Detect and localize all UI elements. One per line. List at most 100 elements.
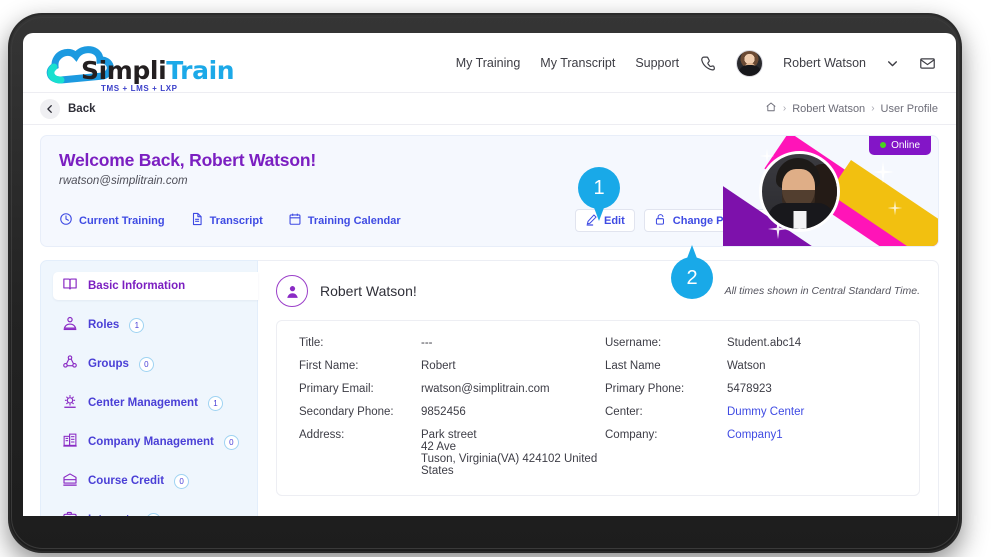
- sidebar-item-groups[interactable]: Groups 0: [53, 350, 257, 378]
- address-line-1: Park street: [421, 429, 477, 441]
- quick-link-transcript[interactable]: Transcript: [190, 212, 263, 229]
- sidebar-item-course-credit[interactable]: Course Credit 0: [53, 467, 257, 495]
- user-circle-icon: [276, 275, 308, 307]
- edit-button-label: Edit: [604, 214, 625, 227]
- document-icon: [190, 212, 204, 229]
- nav-my-transcript[interactable]: My Transcript: [540, 56, 615, 70]
- field-value: Robert: [421, 360, 456, 372]
- sidebar-label: Roles: [88, 319, 120, 331]
- welcome-heading: Welcome Back, Robert Watson!: [59, 150, 316, 170]
- field-value-link[interactable]: Company1: [727, 429, 783, 441]
- field-primary-phone: Primary Phone: 5478923: [605, 383, 897, 395]
- brand-name-part2: Train: [166, 56, 235, 85]
- breadcrumb-item-user[interactable]: Robert Watson: [792, 103, 865, 115]
- book-icon: [62, 276, 78, 297]
- field-label: Primary Email:: [299, 383, 374, 395]
- avatar[interactable]: [736, 49, 764, 77]
- roles-icon: [62, 315, 78, 336]
- sidebar-item-interests[interactable]: Interests 1: [53, 506, 257, 516]
- app-screen: SimpliTrain TMS + LMS + LXP My Training …: [23, 33, 956, 516]
- field-label: Primary Phone:: [605, 383, 685, 395]
- detail-column-right: Username: Student.abc14 Last Name Watson…: [599, 337, 897, 477]
- sidebar-count-badge: 1: [129, 317, 145, 333]
- lock-icon: [654, 213, 667, 229]
- callout-badge-1: 1: [578, 167, 620, 221]
- breadcrumb-separator-2: ›: [871, 103, 875, 114]
- breadcrumb: › Robert Watson › User Profile: [765, 101, 938, 116]
- center-icon: [62, 393, 78, 414]
- status-badge: Online: [869, 136, 931, 155]
- field-label: First Name:: [299, 360, 359, 372]
- brand-tagline: TMS + LMS + LXP: [101, 84, 178, 93]
- sidebar-count-badge: 1: [145, 512, 161, 516]
- field-label: Title:: [299, 337, 324, 349]
- groups-icon: [62, 354, 78, 375]
- credit-card-icon: [62, 471, 78, 492]
- sidebar-item-center-management[interactable]: Center Management 1: [53, 389, 257, 417]
- field-address: Address: Park street 42 Ave Tuson, Virgi…: [299, 429, 599, 477]
- field-value: rwatson@simplitrain.com: [421, 383, 550, 395]
- field-title: Title: ---: [299, 337, 599, 349]
- sidebar-label: Center Management: [88, 397, 198, 409]
- profile-sidebar: Basic Information Roles 1 Groups 0 Cente…: [40, 260, 258, 516]
- chevron-down-icon[interactable]: [886, 57, 899, 70]
- detail-fields: Title: --- First Name: Robert Primary Em…: [276, 320, 920, 496]
- profile-body: Basic Information Roles 1 Groups 0 Cente…: [40, 260, 939, 516]
- quick-link-training-calendar[interactable]: Training Calendar: [288, 212, 401, 229]
- field-value: Park street 42 Ave Tuson, Virginia(VA) 4…: [421, 429, 599, 477]
- sidebar-label: Interests: [88, 514, 136, 516]
- mail-icon[interactable]: [919, 55, 936, 72]
- field-label: Center:: [605, 406, 643, 418]
- welcome-card: Welcome Back, Robert Watson! rwatson@sim…: [40, 135, 939, 247]
- brand-name-part1: Simpli: [81, 56, 167, 85]
- field-username: Username: Student.abc14: [605, 337, 897, 349]
- sidebar-item-basic-information[interactable]: Basic Information: [53, 272, 258, 300]
- panel-header: Robert Watson! All times shown in Centra…: [276, 275, 920, 307]
- nav-support[interactable]: Support: [635, 56, 679, 70]
- sidebar-label: Course Credit: [88, 475, 165, 487]
- address-line-2: 42 Ave: [421, 441, 456, 453]
- panel-user: Robert Watson!: [276, 275, 417, 307]
- sidebar-item-roles[interactable]: Roles 1: [53, 311, 257, 339]
- camera-icon: [62, 510, 78, 516]
- profile-photo: [759, 151, 840, 232]
- status-dot-icon: [880, 142, 887, 148]
- top-navigation-bar: SimpliTrain TMS + LMS + LXP My Training …: [23, 33, 956, 93]
- basic-information-panel: Robert Watson! All times shown in Centra…: [258, 260, 939, 516]
- topnav-user-name[interactable]: Robert Watson: [783, 56, 866, 70]
- field-label: Address:: [299, 429, 345, 441]
- field-value: Watson: [727, 360, 766, 372]
- field-label: Secondary Phone:: [299, 406, 394, 418]
- sidebar-count-badge: 0: [223, 434, 239, 450]
- field-label: Last Name: [605, 360, 661, 372]
- quick-link-current-training[interactable]: Current Training: [59, 212, 165, 229]
- clock-icon: [59, 212, 73, 229]
- home-icon[interactable]: [765, 101, 777, 116]
- field-value: 5478923: [727, 383, 772, 395]
- panel-user-name: Robert Watson!: [320, 283, 417, 299]
- status-badge-label: Online: [891, 139, 920, 151]
- field-value: 9852456: [421, 406, 466, 418]
- quick-link-label: Current Training: [79, 214, 165, 227]
- sidebar-label: Groups: [88, 358, 129, 370]
- quick-link-label: Training Calendar: [307, 214, 401, 227]
- field-value-link[interactable]: Dummy Center: [727, 406, 804, 418]
- sidebar-label: Basic Information: [88, 280, 186, 292]
- nav-my-training[interactable]: My Training: [456, 56, 521, 70]
- phone-icon[interactable]: [699, 55, 716, 72]
- calendar-icon: [288, 212, 302, 229]
- sidebar-count-badge: 1: [207, 395, 223, 411]
- field-first-name: First Name: Robert: [299, 360, 599, 372]
- field-company: Company: Company1: [605, 429, 897, 441]
- secondary-bar: Back › Robert Watson › User Profile: [23, 93, 956, 125]
- sidebar-item-company-management[interactable]: Company Management 0: [53, 428, 257, 456]
- field-label: Username:: [605, 337, 662, 349]
- quick-links: Current Training Transcript Training Cal…: [59, 212, 401, 229]
- back-button[interactable]: Back: [40, 98, 96, 119]
- back-label: Back: [68, 102, 96, 115]
- sparkle-icon: [871, 160, 895, 188]
- callout-badge-2: 2: [671, 245, 713, 299]
- breadcrumb-separator-1: ›: [782, 103, 787, 114]
- sidebar-count-badge: 0: [174, 473, 190, 489]
- field-label: Company:: [605, 429, 658, 441]
